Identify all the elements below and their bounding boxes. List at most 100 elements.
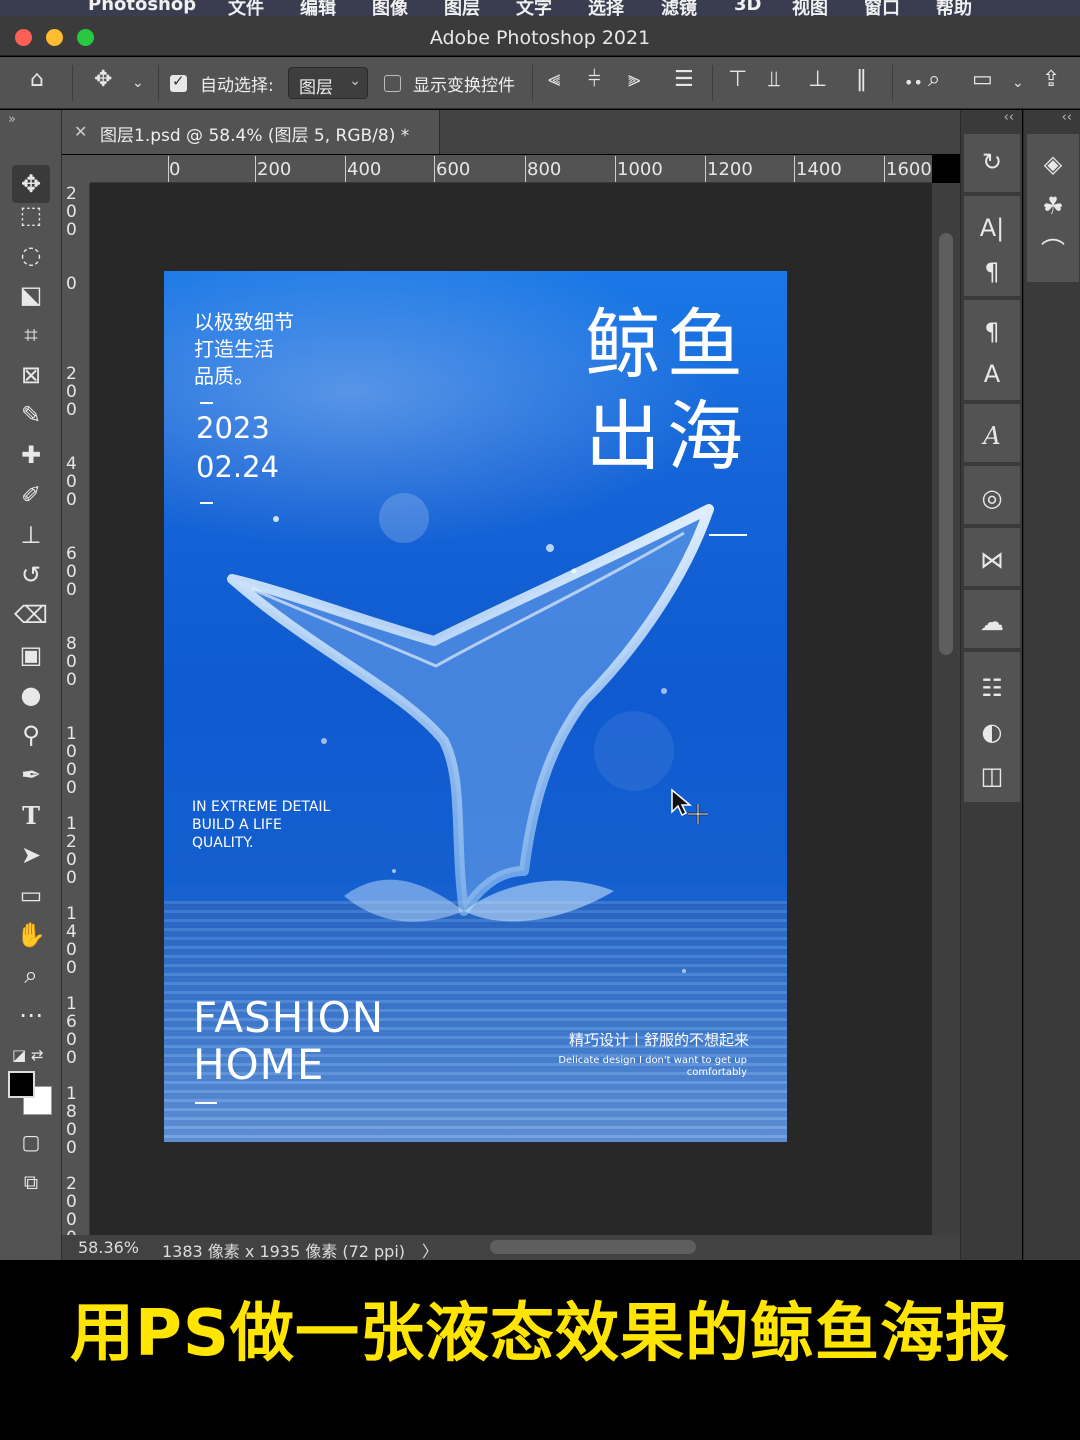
expand-panel-icon[interactable]: » (8, 112, 16, 127)
ruler-mark (255, 156, 256, 182)
layers-icon[interactable]: ◈ (1033, 144, 1073, 184)
glyphs-icon[interactable]: A (972, 416, 1012, 456)
zoom-level[interactable]: 58.36% (78, 1238, 139, 1257)
pen-icon[interactable]: ✒ (12, 756, 50, 794)
menu-layer[interactable]: 图层 (444, 0, 480, 16)
foreground-color-swatch[interactable] (8, 1071, 35, 1098)
character-icon[interactable]: A| (972, 208, 1012, 248)
collapse-panel-icon[interactable]: ‹‹ (961, 110, 1022, 130)
align-top-icon[interactable]: ⊤ (728, 67, 747, 92)
menu-help[interactable]: 帮助 (936, 0, 972, 16)
align-middle-icon[interactable]: ⫫ (768, 67, 780, 92)
workspace-icon[interactable]: ▭ (972, 67, 993, 92)
blur-icon[interactable]: ● (12, 676, 50, 714)
more-icon[interactable]: ⋯ (12, 996, 50, 1034)
path-select-icon[interactable]: ➤ (12, 836, 50, 874)
vertical-scrollbar[interactable] (932, 183, 960, 1235)
character-style-icon[interactable]: A (972, 354, 1012, 394)
ruler-label: 1400 (66, 904, 77, 978)
ruler-mark (705, 156, 706, 182)
show-transform-checkbox[interactable] (384, 75, 401, 92)
align-center-h-icon[interactable]: ⫩ (588, 67, 601, 92)
auto-select-checkbox[interactable] (170, 72, 187, 92)
healing-brush-icon[interactable]: ✚ (12, 436, 50, 474)
menu-select[interactable]: 选择 (588, 0, 624, 16)
share-icon[interactable]: ⇪ (1042, 67, 1060, 92)
menu-filter[interactable]: 滤镜 (661, 0, 697, 16)
align-bottom-icon[interactable]: ⊥ (808, 67, 827, 92)
styles-icon[interactable]: ◎ (972, 478, 1012, 518)
vertical-ruler[interactable]: 200 0 200 400 600 800 1000 1200 1400 160… (62, 183, 90, 1235)
ruler-label: 1000 (617, 159, 663, 180)
chevron-down-icon[interactable]: ⌄ (132, 75, 144, 91)
horizontal-scrollbar-thumb[interactable] (490, 1240, 696, 1254)
distribute-h-icon[interactable]: ☰ (674, 67, 694, 92)
menu-edit[interactable]: 编辑 (300, 0, 336, 16)
more-options-icon[interactable]: •• (904, 73, 923, 92)
menu-3d[interactable]: 3D (734, 0, 761, 15)
swap-colors-icon[interactable]: ◪ ⇄ (12, 1036, 50, 1074)
document-dimensions: 1383 像素 x 1935 像素 (72 ppi) (162, 1242, 406, 1261)
menu-view[interactable]: 视图 (792, 0, 828, 16)
ruler-corner[interactable] (62, 155, 90, 183)
move-tool-preset-icon[interactable]: ✥ (94, 67, 112, 92)
home-icon[interactable]: ⌂ (30, 67, 44, 92)
history-brush-icon[interactable]: ↺ (12, 556, 50, 594)
menu-image[interactable]: 图像 (372, 0, 408, 16)
chevron-down-icon: ⌄ (349, 73, 361, 89)
show-transform-label: 显示变换控件 (413, 76, 515, 96)
stamp-icon[interactable]: ⊥ (12, 516, 50, 554)
eyedropper-icon[interactable]: ✎ (12, 396, 50, 434)
poster-title-line: 出海 (585, 392, 749, 481)
chevron-down-icon[interactable]: ⌄ (1012, 75, 1024, 91)
auto-select-target-dropdown[interactable]: 图层 ⌄ (288, 67, 368, 99)
document-tab[interactable]: ✕ 图层1.psd @ 58.4% (图层 5, RGB/8) * (62, 110, 440, 154)
frame-icon[interactable]: ⊠ (12, 356, 50, 394)
close-tab-icon[interactable]: ✕ (74, 122, 87, 141)
properties-icon[interactable]: ◐ (972, 712, 1012, 752)
poster-canvas[interactable]: 以极致细节 打造生活 品质。 2023 02.24 鲸鱼 出海 IN EXTRE… (164, 271, 787, 1142)
poster-brand: FASHION HOME (193, 994, 384, 1088)
search-icon[interactable]: ⌕ (928, 67, 940, 92)
object-select-icon[interactable]: ⬕ (12, 276, 50, 314)
panel-dock-main: ‹‹ ◈ ☘ ⌒ (1023, 110, 1080, 1260)
dodge-icon[interactable]: ⚲ (12, 716, 50, 754)
menu-photoshop[interactable]: Photoshop (88, 0, 196, 15)
mac-menubar: Photoshop 文件 编辑 图像 图层 文字 选择 滤镜 3D 视图 窗口 … (0, 0, 1080, 16)
poster-intro-en-line: BUILD A LIFE (192, 817, 282, 833)
menu-window[interactable]: 窗口 (864, 0, 900, 16)
screen-mode-icon[interactable]: ⧉ (12, 1163, 50, 1201)
libraries-icon[interactable]: ◫ (972, 756, 1012, 796)
poster-brand-line: FASHION (193, 993, 385, 1042)
rectangle-icon[interactable]: ▭ (12, 876, 50, 914)
horizontal-ruler[interactable]: 0 200 400 600 800 1000 1200 1400 1600 (90, 155, 932, 183)
crop-icon[interactable]: ⌗ (12, 316, 50, 354)
scrollbar-thumb[interactable] (939, 233, 953, 655)
type-icon[interactable]: T (12, 796, 50, 834)
quick-mask-icon[interactable]: ▢ (12, 1123, 50, 1161)
shapes-icon[interactable]: ⋈ (972, 540, 1012, 580)
paths-icon[interactable]: ⌒ (1033, 228, 1073, 268)
marquee-icon[interactable]: ⬚ (12, 196, 50, 234)
options-bar: ⌂ ✥ ⌄ 自动选择: 图层 ⌄ 显示变换控件 ⫷ ⫩ ⫸ ☰ ⊤ ⫫ ⊥ ‖ … (0, 57, 1080, 109)
history-icon[interactable]: ↻ (972, 142, 1012, 182)
align-left-icon[interactable]: ⫷ (548, 67, 560, 92)
swatches-icon[interactable]: ☁ (972, 602, 1012, 642)
tools-panel: » ✥ ⬚ ◌ ⬕ ⌗ ⊠ ✎ ✚ ✐ ⊥ ↺ ⌫ ▣ ● ⚲ ✒ T ➤ ▭ … (0, 110, 62, 1260)
collapse-panel-icon[interactable]: ‹‹ (1024, 110, 1080, 130)
menu-type[interactable]: 文字 (516, 0, 552, 16)
hand-icon[interactable]: ✋ (12, 916, 50, 954)
adjustments-icon[interactable]: ☷ (972, 668, 1012, 708)
gradient-icon[interactable]: ▣ (12, 636, 50, 674)
distribute-v-icon[interactable]: ‖ (856, 67, 867, 92)
lasso-icon[interactable]: ◌ (12, 236, 50, 274)
eraser-icon[interactable]: ⌫ (12, 596, 50, 634)
zoom-icon[interactable]: ⌕ (12, 956, 50, 994)
menu-file[interactable]: 文件 (228, 0, 264, 16)
paragraph-icon[interactable]: ¶ (972, 252, 1012, 292)
brush-icon[interactable]: ✐ (12, 476, 50, 514)
align-right-icon[interactable]: ⫸ (628, 67, 640, 92)
paragraph-style-icon[interactable]: ¶ (972, 312, 1012, 352)
status-menu-arrow[interactable]: 〉 (422, 1238, 438, 1262)
channels-icon[interactable]: ☘ (1033, 186, 1073, 226)
